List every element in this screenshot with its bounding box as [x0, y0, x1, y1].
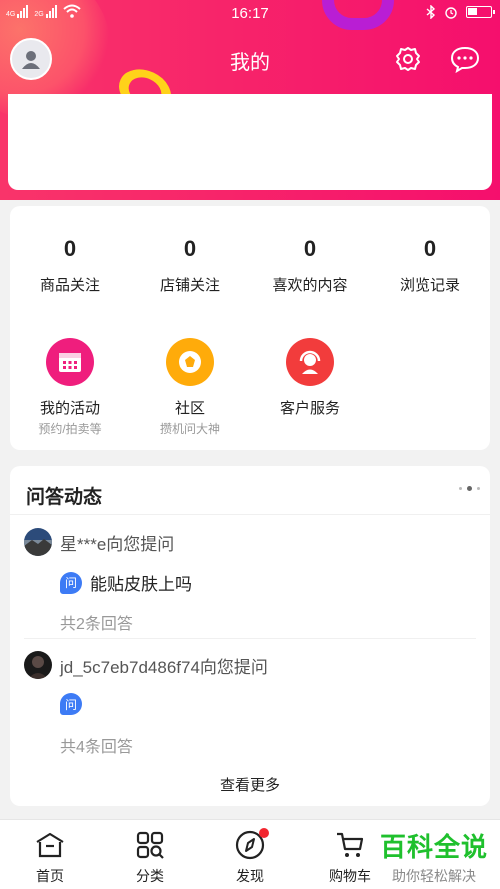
profile-card [8, 94, 492, 190]
bluetooth-icon [426, 5, 436, 19]
cart-icon [333, 828, 367, 862]
carousel-indicator [459, 486, 480, 491]
service-name: 我的活动 [39, 400, 100, 417]
battery-icon [466, 6, 495, 18]
divider [24, 638, 476, 639]
stat-product-follow[interactable]: 0 商品关注 [10, 236, 130, 295]
service-community[interactable]: 社区 攒机问大神 [130, 338, 250, 437]
qa-asker-2[interactable]: jd_5c7eb7d486f74向您提问 [24, 651, 268, 679]
alarm-icon [445, 7, 457, 19]
question-badge-icon: 问 [60, 693, 82, 715]
stat-shop-follow[interactable]: 0 店铺关注 [130, 236, 250, 295]
community-icon [166, 338, 214, 386]
watermark-subtitle: 助你轻松解决 [392, 868, 476, 884]
nav-label: 首页 [36, 868, 64, 884]
message-button[interactable] [450, 44, 480, 74]
stat-label: 店铺关注 [159, 277, 220, 294]
nav-label: 分类 [136, 868, 164, 884]
service-customer-service[interactable]: 客户服务 [250, 338, 370, 418]
status-bar: 4G 2G 16:17 [0, 0, 500, 26]
stat-count: 0 [303, 236, 317, 261]
watermark-title: 百科全说 [379, 832, 488, 862]
qa-question-2[interactable]: 问 [60, 693, 90, 715]
qa-title: 问答动态 [26, 487, 103, 508]
asker-avatar [24, 528, 52, 556]
service-subtitle: 攒机问大神 [159, 422, 220, 436]
stat-browse-history[interactable]: 0 浏览记录 [370, 236, 490, 295]
asker-text: 星***e向您提问 [60, 534, 175, 554]
question-text: 能贴皮肤上吗 [90, 575, 192, 594]
headset-icon [286, 338, 334, 386]
stat-label: 浏览记录 [399, 277, 460, 294]
question-badge-icon: 问 [60, 571, 82, 594]
chat-bubble-icon [450, 46, 480, 73]
service-name: 客户服务 [279, 400, 340, 417]
asker-text: jd_5c7eb7d486f74向您提问 [60, 657, 268, 677]
calendar-icon [46, 338, 94, 386]
notification-dot [259, 828, 269, 838]
compass-icon [233, 828, 269, 862]
stat-count: 0 [63, 236, 77, 261]
service-my-activity[interactable]: 我的活动 预约/拍卖等 [10, 338, 130, 437]
grid-icon [133, 828, 167, 862]
watermark-logo: 百科全说 助你轻松解决 [372, 827, 496, 886]
answer-count[interactable]: 共2条回答 [60, 610, 133, 634]
nav-discover[interactable]: 发现 [200, 828, 300, 886]
gear-icon [396, 47, 420, 71]
stat-label: 商品关注 [39, 277, 100, 294]
nav-label: 发现 [236, 868, 264, 884]
status-time: 16:17 [231, 5, 269, 22]
asker-avatar [24, 651, 52, 679]
answer-count[interactable]: 共4条回答 [60, 733, 133, 757]
bottom-nav: 首页 分类 发现 购物车 百科全说 助你轻松解决 [0, 819, 500, 889]
service-name: 社区 [174, 400, 205, 417]
stat-liked-content[interactable]: 0 喜欢的内容 [250, 236, 370, 295]
nav-home[interactable]: 首页 [0, 828, 100, 886]
service-subtitle: 预约/拍卖等 [38, 422, 102, 436]
stat-count: 0 [183, 236, 197, 261]
qa-card: 问答动态 星***e向您提问 问 能贴皮肤上吗 共2条回答 jd_5c7eb7d… [10, 466, 490, 806]
stat-label: 喜欢的内容 [272, 277, 348, 294]
stats-card: 0 商品关注 0 店铺关注 0 喜欢的内容 0 浏览记录 我的活动 预约/拍卖等 [10, 206, 490, 450]
settings-button[interactable] [393, 44, 423, 74]
nav-category[interactable]: 分类 [100, 828, 200, 886]
stat-count: 0 [423, 236, 437, 261]
view-more-link[interactable]: 查看更多 [10, 774, 490, 795]
home-icon [33, 828, 67, 862]
qa-asker-1[interactable]: 星***e向您提问 [24, 528, 174, 556]
page-title: 我的 [230, 52, 270, 74]
divider [10, 514, 490, 515]
qa-question-1[interactable]: 问 能贴皮肤上吗 [60, 570, 192, 595]
